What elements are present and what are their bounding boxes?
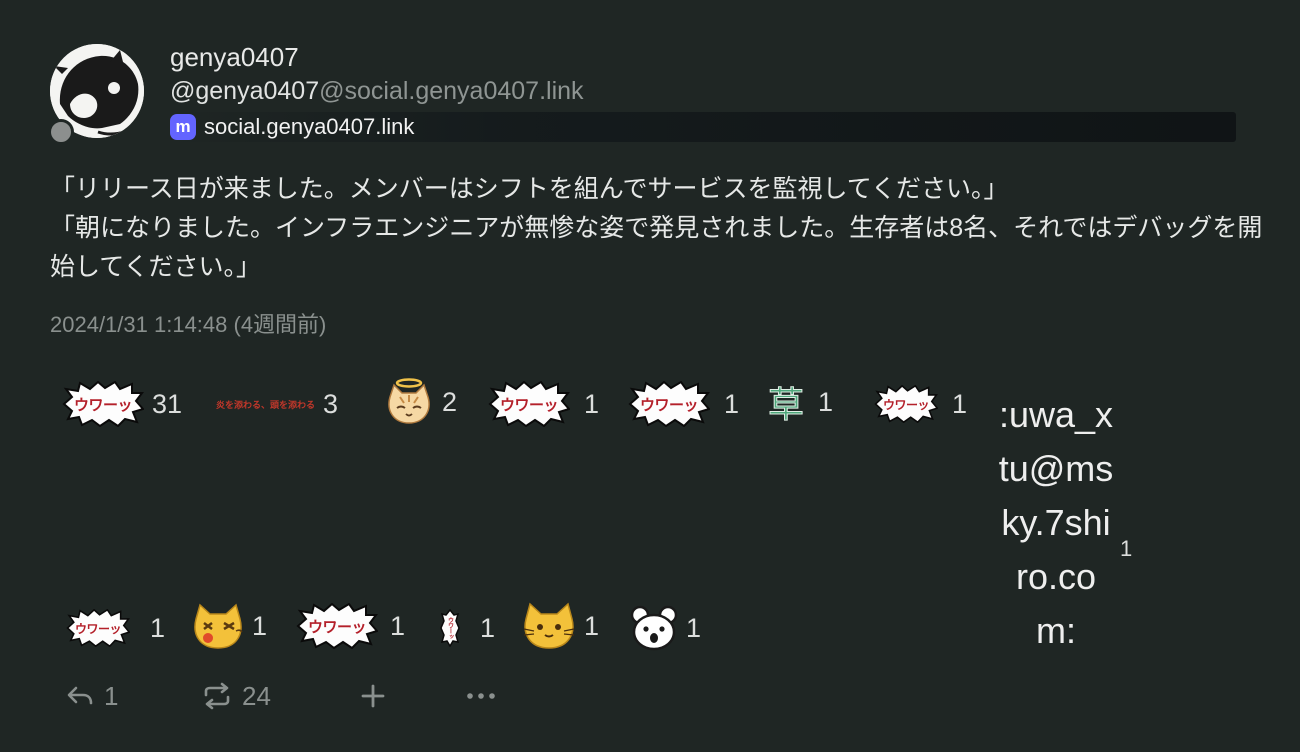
reaction-uwa-vertical[interactable]: ウワーッ 1	[440, 604, 495, 652]
uwa-burst-icon: ウワーッ	[488, 380, 571, 428]
reaction-uwa-2[interactable]: ウワーッ 1	[488, 380, 599, 428]
reaction-uwa-4[interactable]: ウワーッ 1	[874, 380, 967, 428]
reply-button[interactable]: 1	[66, 676, 118, 716]
reaction-uwa-3[interactable]: ウワーッ 1	[628, 380, 739, 428]
reaction-count: 1	[150, 612, 166, 643]
angel-cat-icon	[388, 378, 430, 424]
note-timestamp[interactable]: 2024/1/31 1:14:48 (4週間前)	[50, 307, 326, 339]
reaction-label: ウワーッ	[639, 395, 699, 414]
note-line-1: 「リリース日が来ました。メンバーはシフトを組んでサービスを監視してください。」	[50, 175, 1009, 203]
reaction-label: ウワーッ	[499, 395, 559, 414]
reaction-bear-face[interactable]: 1	[630, 604, 701, 652]
renote-icon	[204, 682, 230, 710]
renote-button[interactable]: 24	[202, 676, 271, 716]
reply-icon	[67, 686, 93, 705]
reaction-count: 1	[686, 612, 702, 643]
reaction-label: 草	[767, 385, 805, 427]
reaction-count: 1	[818, 386, 834, 417]
bear-face-icon	[630, 605, 678, 651]
more-button[interactable]	[466, 676, 496, 716]
mastodon-icon: m	[170, 114, 196, 140]
uwa-burst-icon: ウワーッ	[628, 380, 711, 428]
reaction-uwa-6[interactable]: ウワーッ 1	[296, 602, 405, 650]
reaction-count: 3	[323, 388, 339, 419]
reaction-count: 1	[952, 388, 968, 419]
reaction-count: 1	[584, 388, 600, 419]
author-display-name[interactable]: genya0407	[170, 42, 299, 73]
cat-face-icon	[523, 602, 575, 649]
instance-ticker[interactable]: m social.genya0407.link	[170, 112, 1236, 142]
reaction-angel-cat[interactable]: 2	[384, 378, 457, 426]
reaction-unresolved-count: 1	[1120, 536, 1133, 561]
author-host: @social.genya0407.link	[319, 77, 584, 105]
reaction-count: 1	[584, 610, 600, 641]
reaction-kusa[interactable]: 草 1	[767, 378, 834, 427]
reaction-unresolved-name[interactable]: :uwa_xtu@msky.7shiro.com:	[996, 388, 1116, 658]
reaction-count: 1	[252, 610, 268, 641]
note-body: 「リリース日が来ました。メンバーはシフトを組んでサービスを監視してください。」 …	[50, 170, 1270, 287]
plus-icon	[361, 684, 385, 708]
reply-count: 1	[104, 680, 119, 711]
reaction-label: ウワーッ	[307, 617, 367, 636]
reaction-uwa-1[interactable]: ウワーッ 31	[62, 380, 182, 428]
uwa-burst-icon: ウワーッ	[874, 384, 939, 424]
note-card: genya0407 @genya0407@social.genya0407.li…	[0, 0, 1300, 752]
reaction-uwa-5[interactable]: ウワーッ 1	[66, 604, 165, 652]
reaction-cat-face[interactable]: 1	[522, 602, 599, 650]
more-icon	[467, 693, 495, 699]
author-acct[interactable]: @genya0407@social.genya0407.link	[170, 77, 584, 106]
reaction-count: 1	[390, 610, 406, 641]
instance-name: social.genya0407.link	[204, 114, 415, 139]
reaction-count: 1	[724, 388, 740, 419]
reaction-text-emoji[interactable]: 炎を添わる、頭を添わる 3	[216, 380, 338, 428]
uwa-burst-icon: ウワーッ	[440, 608, 460, 648]
reaction-dizzy-cat[interactable]: 1	[192, 602, 267, 650]
uwa-burst-icon: ウワーッ	[66, 608, 131, 648]
reaction-count: 31	[152, 388, 183, 419]
reaction-label: ウワーッ	[882, 397, 930, 412]
reaction-count: 1	[480, 612, 496, 643]
dizzy-cat-icon	[194, 603, 243, 649]
renote-count: 24	[242, 680, 271, 711]
reaction-label: ウワーッ	[446, 617, 454, 639]
reaction-label: ウワーッ	[74, 621, 122, 636]
note-line-2: 「朝になりました。インフラエンジニアが無惨な姿で発見されました。生存者は8名、そ…	[50, 214, 1263, 281]
status-dot	[48, 119, 74, 145]
uwa-burst-icon: ウワーッ	[296, 602, 379, 650]
reaction-label: 炎を添わる、頭を添わる	[216, 400, 316, 411]
author-username: @genya0407	[170, 77, 320, 105]
uwa-burst-icon: ウワーッ	[62, 380, 145, 428]
add-reaction-button[interactable]	[360, 676, 386, 716]
reaction-label: ウワーッ	[73, 395, 133, 414]
reaction-count: 2	[442, 386, 458, 417]
